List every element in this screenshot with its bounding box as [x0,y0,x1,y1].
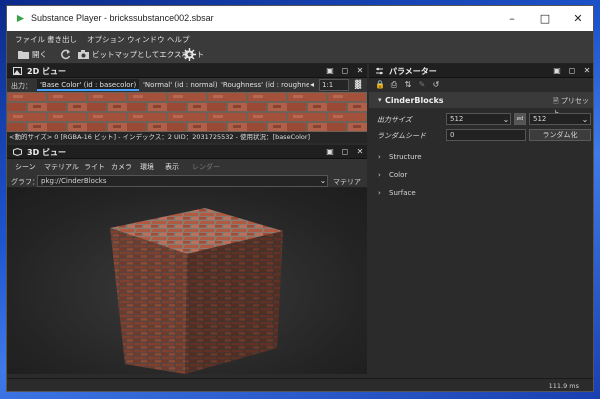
tab-roughness[interactable]: 'Roughness' (id : roughne [218,79,309,91]
fullscreen-icon[interactable]: ◻ [340,66,350,76]
substance-player-icon [16,14,25,23]
sliders-icon [376,67,383,75]
minimize-button[interactable]: – [496,6,528,31]
menu-file[interactable]: ファイル [15,34,45,45]
render-time: 111.9 ms [548,382,579,390]
randomize-button[interactable]: ランダム化 [529,129,591,141]
random-seed-row: ランダムシード 0 ランダム化 [369,128,593,142]
print-icon[interactable]: ⎙ [389,80,399,90]
graph-bar: グラフ： pkg://CinderBlocks ⌄ マテリアル [7,174,367,196]
menu-bar: ファイル 書き出し オプション ウィンドウ ヘルプ [7,31,593,46]
document-icon: 🗎 [553,97,559,105]
open-button[interactable]: 開く [32,49,47,60]
maximize-icon: □ [539,12,551,25]
menu-material[interactable]: マテリアル [44,162,79,172]
view3d-menu: シーン マテリアル ライト カメラ 環境 表示 レンダー [7,159,367,174]
bars-icon[interactable]: ▓ [353,80,363,90]
section-label: Surface [389,189,416,197]
3d-viewport[interactable] [7,188,367,374]
link-size-button[interactable]: ød [514,113,526,125]
chevron-right-icon: › [378,171,381,179]
package-name: CinderBlocks [385,96,444,105]
tab-basecolor[interactable]: 'Base Color' (id : basecolor) [37,79,140,91]
zoom-select[interactable]: 1:1 [319,79,349,91]
section-color[interactable]: › Color [369,168,593,182]
gear-icon[interactable] [183,48,196,61]
fullscreen-icon[interactable]: ◻ [567,66,577,76]
folder-open-icon[interactable] [17,48,30,61]
view3d-title: 3D ビュー [27,148,66,157]
close-panel-icon[interactable]: ✕ [355,66,365,76]
chevron-right-icon: › [378,153,381,161]
chevron-down-icon[interactable]: ⌄ [318,176,328,186]
output-label: 出力： [11,82,32,90]
view2d-title: 2D ビュー [27,67,66,76]
window-title: Substance Player - brickssubstance002.sb… [31,13,214,23]
close-icon: ✕ [573,12,583,25]
graph-select[interactable]: pkg://CinderBlocks [37,175,328,187]
status-bar: 111.9 ms [7,378,593,391]
maximize-button[interactable]: □ [529,6,561,31]
random-seed-input[interactable]: 0 [446,129,526,141]
toolbar: 開く ビットマップとしてエクスポート [7,46,593,64]
output-size-row: 出力サイズ 512 ⌄ ød 512 ⌄ [369,112,593,126]
title-bar: Substance Player - brickssubstance002.sb… [7,6,593,31]
image-icon [13,67,22,75]
menu-render: レンダー [192,163,220,171]
menu-camera[interactable]: カメラ [111,162,132,172]
app-window: Substance Player - brickssubstance002.sb… [6,5,594,392]
swap-icon[interactable]: ⇅ [403,80,413,90]
output-bar: 出力： 'Base Color' (id : basecolor) 'Norma… [7,78,367,92]
view3d-header: 3D ビュー ▣ ◻ ✕ [7,145,367,159]
chevron-down-icon[interactable]: ▾ [378,96,382,104]
random-seed-label: ランダムシード [377,132,426,140]
params-toolbar: 🔒 ⎙ ⇅ ✎ ↺ [369,78,593,92]
menu-environment[interactable]: 環境 [140,162,154,172]
fullscreen-icon[interactable]: ◻ [340,147,350,157]
pin-icon[interactable]: ▣ [325,147,335,157]
brick-texture [7,92,367,132]
pin-icon[interactable]: ▣ [552,66,562,76]
close-panel-icon[interactable]: ✕ [582,66,592,76]
refresh-icon[interactable] [59,48,72,61]
chevron-right-icon: › [378,189,381,197]
menu-export[interactable]: 書き出し [47,34,77,45]
chevron-down-icon[interactable]: ⌄ [501,115,511,125]
lock-icon[interactable]: 🔒 [375,80,385,90]
graph-label: グラフ： [11,178,39,186]
close-button[interactable]: ✕ [562,6,593,31]
section-label: Structure [389,153,422,161]
texture-viewport[interactable] [7,92,367,132]
cube-icon [13,148,22,156]
camera-icon[interactable] [77,48,90,61]
brick-cube [110,208,283,374]
menu-options[interactable]: オプション [87,34,125,45]
chevron-down-icon[interactable]: ⌄ [580,115,590,125]
pin-icon[interactable]: ▣ [325,66,335,76]
view2d-status: <動的サイズ> 0 [RGBA-16 ビット] - インデックス：2 UID：2… [7,132,367,143]
params-header: パラメーター ▣ ◻ ✕ [369,64,593,78]
menu-window[interactable]: ウィンドウ [127,34,165,45]
section-structure[interactable]: › Structure [369,150,593,164]
output-size-label: 出力サイズ [377,116,412,124]
reset-icon[interactable]: ↺ [431,80,441,90]
section-surface[interactable]: › Surface [369,186,593,200]
edit-icon: ✎ [418,80,426,89]
close-panel-icon[interactable]: ✕ [355,147,365,157]
menu-light[interactable]: ライト [84,162,105,172]
menu-display[interactable]: 表示 [165,162,179,172]
menu-scene[interactable]: シーン [15,162,36,172]
menu-help[interactable]: ヘルプ [167,34,190,45]
params-title: パラメーター [389,67,437,76]
view2d-header: 2D ビュー ▣ ◻ ✕ [7,64,367,78]
package-row[interactable]: ▾ CinderBlocks 🗎 プリセット [369,92,593,117]
tab-normal[interactable]: 'Normal' (id : normal) [140,79,221,91]
scroll-tabs-icon[interactable]: ◂ [307,80,317,90]
section-label: Color [389,171,408,179]
minimize-icon: – [509,12,515,25]
